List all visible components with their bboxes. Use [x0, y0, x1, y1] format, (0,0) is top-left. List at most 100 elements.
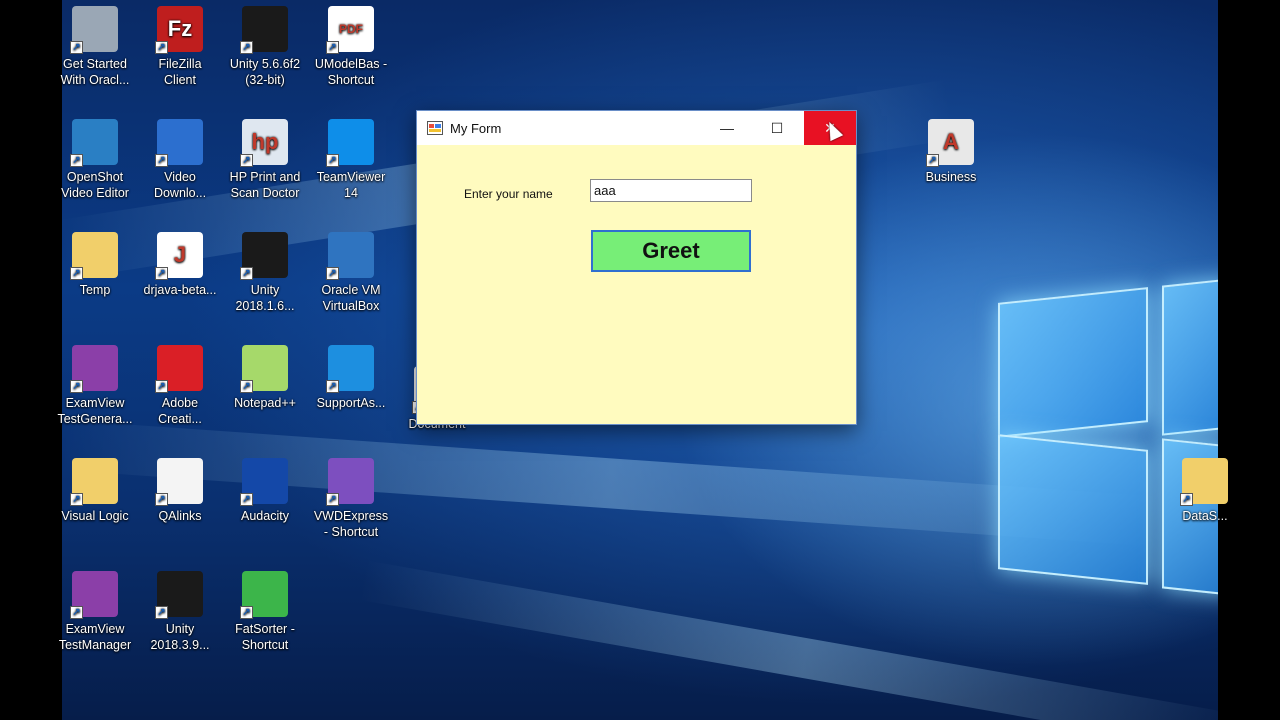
desktop-icon-label: Unity 2018.3.9... — [150, 622, 210, 652]
desktop-icon-label: OpenShot Video Editor — [61, 170, 129, 200]
windows-logo-pane — [998, 287, 1148, 438]
desktop-icon[interactable]: A ↗ Business — [908, 113, 994, 185]
greet-button[interactable]: Greet — [591, 230, 751, 272]
desktop-icon[interactable]: ↗ OpenShot Video Editor — [52, 113, 138, 201]
desktop-icon-label: Get Started With Oracl... — [60, 57, 130, 87]
desktop-icon[interactable]: ↗ VWDExpress - Shortcut — [308, 452, 394, 540]
shortcut-arrow-icon: ↗ — [70, 493, 83, 506]
desktop-icon[interactable]: ↗ FatSorter - Shortcut — [222, 565, 308, 653]
desktop-icon-label: Temp — [79, 283, 111, 297]
desktop-icon[interactable]: ↗ Audacity — [222, 452, 308, 524]
filezilla-icon: Fz ↗ — [155, 6, 203, 54]
desktop-icon-label: Unity 2018.1.6... — [235, 283, 295, 313]
windows-logo-pane — [998, 434, 1148, 585]
shortcut-arrow-icon: ↗ — [926, 154, 939, 167]
desktop-icon[interactable]: ↗ QAlinks — [137, 452, 223, 524]
desktop-icon[interactable]: ↗ TeamViewer 14 — [308, 113, 394, 201]
shortcut-arrow-icon: ↗ — [240, 380, 253, 393]
virtualbox-icon: ↗ — [326, 232, 374, 280]
desktop-icon[interactable]: ↗ Adobe Creati... — [137, 339, 223, 427]
notepadpp-icon: ↗ — [240, 345, 288, 393]
desktop-icon-label: DataS... — [1182, 509, 1228, 523]
shortcut-arrow-icon: ↗ — [240, 606, 253, 619]
desktop-icon-label: HP Print and Scan Doctor — [229, 170, 301, 200]
desktop-icon-label: UModelBas - Shortcut — [314, 57, 388, 87]
desktop-icon[interactable]: ↗ Unity 2018.1.6... — [222, 226, 308, 314]
desktop-icon[interactable]: ↗ Temp — [52, 226, 138, 298]
form-app-icon — [427, 121, 443, 135]
examview-icon: ↗ — [70, 571, 118, 619]
desktop-icon[interactable]: PDF ↗ UModelBas - Shortcut — [308, 0, 394, 88]
desktop-icon[interactable]: ↗ DataS... — [1162, 452, 1248, 524]
icon-glyph: PDF — [339, 22, 363, 36]
wallpaper-beam — [358, 560, 1218, 720]
window-title: My Form — [450, 120, 502, 136]
shortcut-arrow-icon: ↗ — [240, 41, 253, 54]
title-bar[interactable]: My Form — ☐ ✕ — [417, 111, 856, 145]
shortcut-arrow-icon: ↗ — [326, 267, 339, 280]
unity-icon: ↗ — [240, 6, 288, 54]
examview-icon: ↗ — [70, 345, 118, 393]
desktop-icon-label: SupportAs... — [316, 396, 386, 410]
support-assist-icon: ↗ — [326, 345, 374, 393]
desktop-icon[interactable]: ↗ ExamView TestGenera... — [52, 339, 138, 427]
desktop-icon[interactable]: hp ↗ HP Print and Scan Doctor — [222, 113, 308, 201]
name-label: Enter your name — [464, 187, 553, 201]
desktop-icon-label: Notepad++ — [234, 396, 296, 410]
shortcut-arrow-icon: ↗ — [155, 41, 168, 54]
shortcut-arrow-icon: ↗ — [326, 154, 339, 167]
desktop-icon[interactable]: ↗ Notepad++ — [222, 339, 308, 411]
folder-icon: ↗ — [1180, 458, 1228, 506]
shortcut-arrow-icon: ↗ — [326, 380, 339, 393]
desktop-icon[interactable]: ↗ ExamView TestManager — [52, 565, 138, 653]
shortcut-arrow-icon: ↗ — [240, 267, 253, 280]
my-form-window: My Form — ☐ ✕ Enter your name Greet — [416, 110, 857, 425]
icon-glyph: A — [943, 129, 959, 154]
icon-glyph: J — [173, 242, 187, 267]
desktop-icon-label: FileZilla Client — [158, 57, 202, 87]
access-icon: A ↗ — [926, 119, 974, 167]
shortcut-arrow-icon: ↗ — [155, 606, 168, 619]
shortcut-arrow-icon: ↗ — [70, 606, 83, 619]
desktop-icon-label: QAlinks — [158, 509, 202, 523]
shortcut-arrow-icon: ↗ — [326, 493, 339, 506]
desktop-icon[interactable]: ↗ Unity 5.6.6f2 (32-bit) — [222, 0, 308, 88]
desktop-icon[interactable]: J ↗ drjava-beta... — [137, 226, 223, 298]
openshot-icon: ↗ — [70, 119, 118, 167]
desktop-icon[interactable]: Fz ↗ FileZilla Client — [137, 0, 223, 88]
desktop-icon-label: drjava-beta... — [143, 283, 217, 297]
desktop-icon[interactable]: ↗ SupportAs... — [308, 339, 394, 411]
desktop-icon-label: Adobe Creati... — [158, 396, 202, 426]
shortcut-arrow-icon: ↗ — [70, 380, 83, 393]
shortcut-arrow-icon: ↗ — [240, 493, 253, 506]
shortcut-arrow-icon: ↗ — [155, 493, 168, 506]
database-icon: ↗ — [70, 6, 118, 54]
minimize-icon: — — [720, 120, 734, 136]
desktop-icon-label: VWDExpress - Shortcut — [313, 509, 389, 539]
name-input[interactable] — [590, 179, 752, 202]
desktop-icon-label: Audacity — [241, 509, 289, 523]
shortcut-arrow-icon: ↗ — [326, 41, 339, 54]
desktop-icon[interactable]: ↗ Unity 2018.3.9... — [137, 565, 223, 653]
minimize-button[interactable]: — — [702, 111, 752, 145]
desktop-icon-label: Video Downlo... — [153, 170, 207, 200]
hp-icon: hp ↗ — [240, 119, 288, 167]
shortcut-arrow-icon: ↗ — [1180, 493, 1193, 506]
desktop-icon[interactable]: ↗ Video Downlo... — [137, 113, 223, 201]
desktop-icon[interactable]: ↗ Visual Logic — [52, 452, 138, 524]
desktop-icon-label: Unity 5.6.6f2 (32-bit) — [229, 57, 301, 87]
shortcut-arrow-icon: ↗ — [240, 154, 253, 167]
shortcut-arrow-icon: ↗ — [155, 380, 168, 393]
desktop-icon-label: Business — [925, 170, 977, 184]
shortcut-arrow-icon: ↗ — [155, 154, 168, 167]
desktop-icon[interactable]: ↗ Get Started With Oracl... — [52, 0, 138, 88]
desktop-icon[interactable]: ↗ Oracle VM VirtualBox — [308, 226, 394, 314]
maximize-button[interactable]: ☐ — [752, 111, 802, 145]
icon-glyph: hp — [251, 129, 279, 154]
desktop-icon-label: Visual Logic — [61, 509, 129, 523]
desktop-icon-label: Oracle VM VirtualBox — [321, 283, 381, 313]
unity-icon: ↗ — [155, 571, 203, 619]
folder-icon: ↗ — [70, 232, 118, 280]
unity-icon: ↗ — [240, 232, 288, 280]
folder-icon: ↗ — [70, 458, 118, 506]
